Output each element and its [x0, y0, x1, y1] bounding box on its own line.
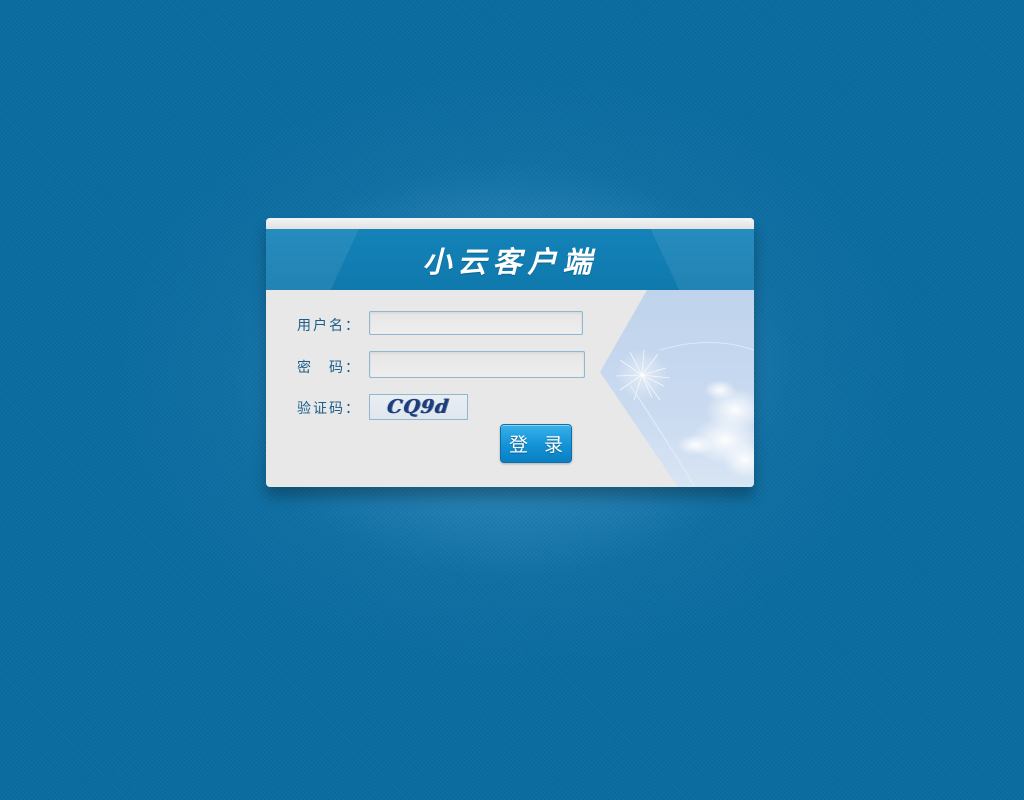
sky-dandelion-image: [600, 290, 754, 487]
login-card: 小云客户端 用户名： 密 码： 验证码： CQ9d 登 录: [266, 218, 754, 487]
login-button[interactable]: 登 录: [500, 424, 572, 463]
card-top-bar: [266, 218, 754, 229]
card-header: 小云客户端: [266, 229, 754, 290]
app-title: 小云客户端: [422, 244, 598, 279]
password-input[interactable]: [369, 351, 585, 378]
username-input[interactable]: [369, 311, 583, 335]
captcha-label: 验证码：: [297, 401, 361, 417]
captcha-text: CQ9d: [386, 396, 451, 418]
password-label: 密 码：: [297, 360, 361, 376]
username-label: 用户名：: [297, 318, 361, 334]
captcha-image[interactable]: CQ9d: [369, 394, 468, 420]
